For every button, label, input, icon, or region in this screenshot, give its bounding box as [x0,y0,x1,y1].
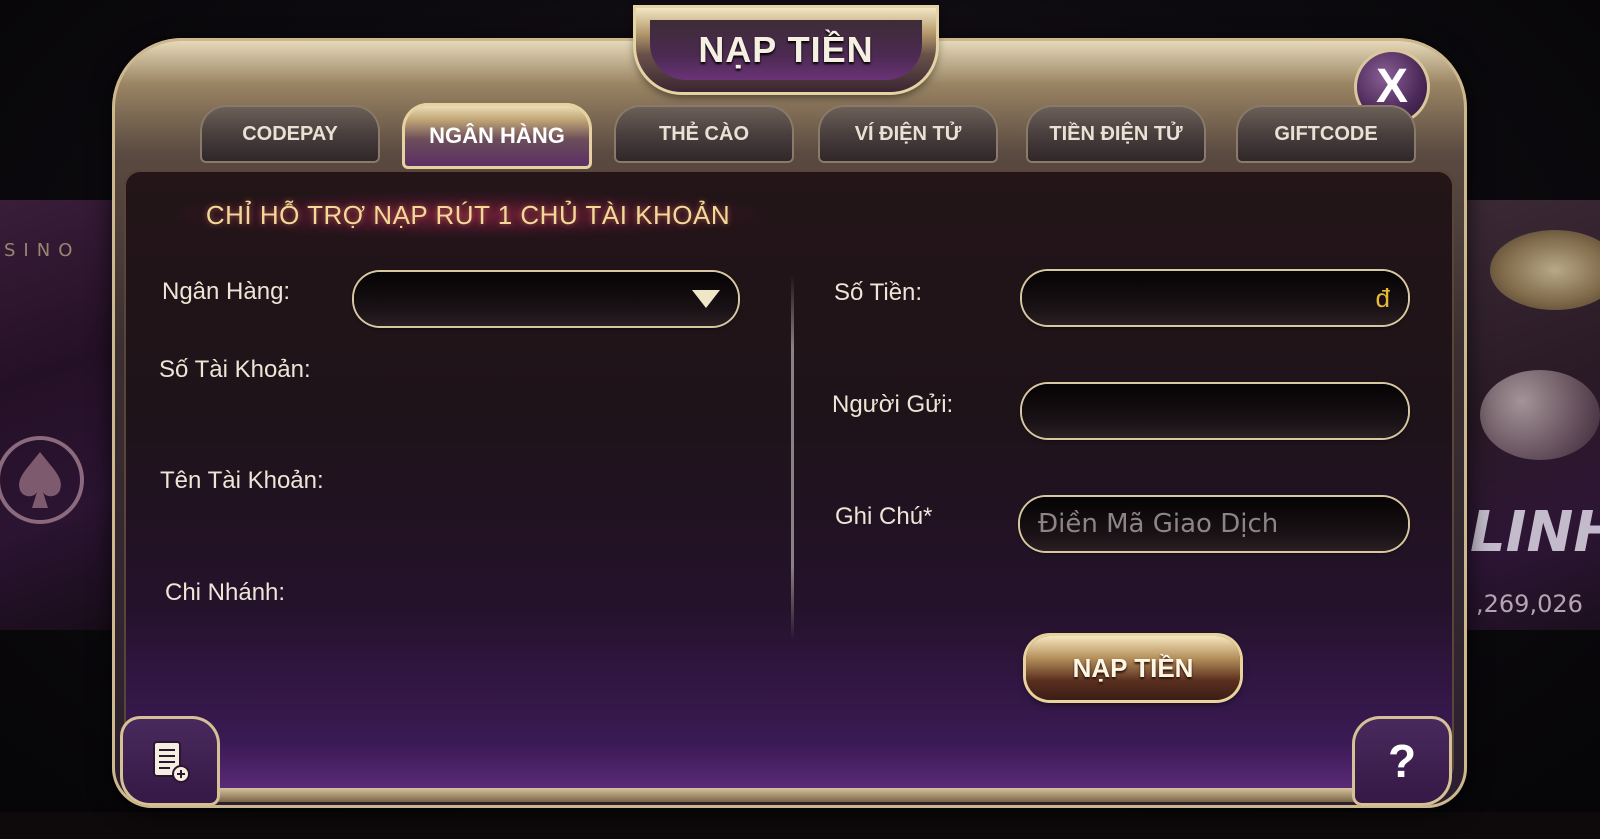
background-bowl [1490,230,1600,310]
tab-label: TIỀN ĐIỆN TỬ [1049,122,1183,145]
spade-emblem-icon [0,436,84,524]
tab-codepay[interactable]: CODEPAY [200,105,380,163]
account-name-label: Tên Tài Khoản: [160,467,324,494]
note-label: Ghi Chú* [835,503,933,530]
tab-label: THẺ CÀO [659,122,749,145]
tab-ngan-hang[interactable]: NGÂN HÀNG [402,103,592,169]
background-dice-plate [1480,370,1600,460]
close-icon: X [1375,60,1408,113]
tab-label: NGÂN HÀNG [429,123,565,148]
tab-tien-dien-tu[interactable]: TIỀN ĐIỆN TỬ [1026,105,1206,163]
dialog-title: NẠP TIỀN [698,29,874,70]
amount-input[interactable]: đ [1022,271,1408,325]
amount-label: Số Tiền: [834,279,923,306]
help-icon: ? [1387,735,1417,787]
background-game-tile-right: LINH ,269,026 [1460,200,1600,630]
branch-label: Chi Nhánh: [165,579,286,606]
bank-select[interactable] [354,272,738,326]
account-number-label: Số Tài Khoản: [159,356,311,383]
tab-label: GIFTCODE [1274,122,1378,145]
background-tile-text: SINO [4,240,81,261]
help-button[interactable]: ? [1352,716,1452,806]
bank-label: Ngân Hàng: [162,278,291,305]
history-scroll-icon [153,741,190,783]
deposit-submit-button[interactable]: NẠP TIỀN [1026,636,1240,700]
sender-label: Người Gửi: [832,391,954,418]
tab-the-cao[interactable]: THẺ CÀO [614,105,794,163]
background-jackpot-value: ,269,026 [1476,590,1583,618]
notice-banner: CHỈ HỖ TRỢ NẠP RÚT 1 CHỦ TÀI KHOẢN [178,192,758,238]
chevron-down-icon [692,290,720,308]
note-placeholder: Điền Mã Giao Dịch [1038,509,1279,539]
currency-unit: đ [1375,282,1390,313]
notice-text: CHỈ HỖ TRỢ NẠP RÚT 1 CHỦ TÀI KHOẢN [205,199,731,230]
tab-label: CODEPAY [242,122,338,145]
background-tile-text: LINH [1470,500,1600,565]
tab-giftcode[interactable]: GIFTCODE [1236,105,1416,163]
form-divider [791,275,794,640]
tab-vi-dien-tu[interactable]: VÍ ĐIỆN TỬ [818,105,998,163]
background-bottom-strip [0,812,1600,839]
submit-label: NẠP TIỀN [1072,652,1194,683]
note-input[interactable]: Điền Mã Giao Dịch [1020,497,1408,551]
dialog-title-plate: NẠP TIỀN [636,8,936,92]
sender-input[interactable] [1022,384,1408,438]
tab-label: VÍ ĐIỆN TỬ [854,122,962,145]
dialog-bottom-rim [150,788,1430,802]
history-button[interactable] [120,716,220,806]
